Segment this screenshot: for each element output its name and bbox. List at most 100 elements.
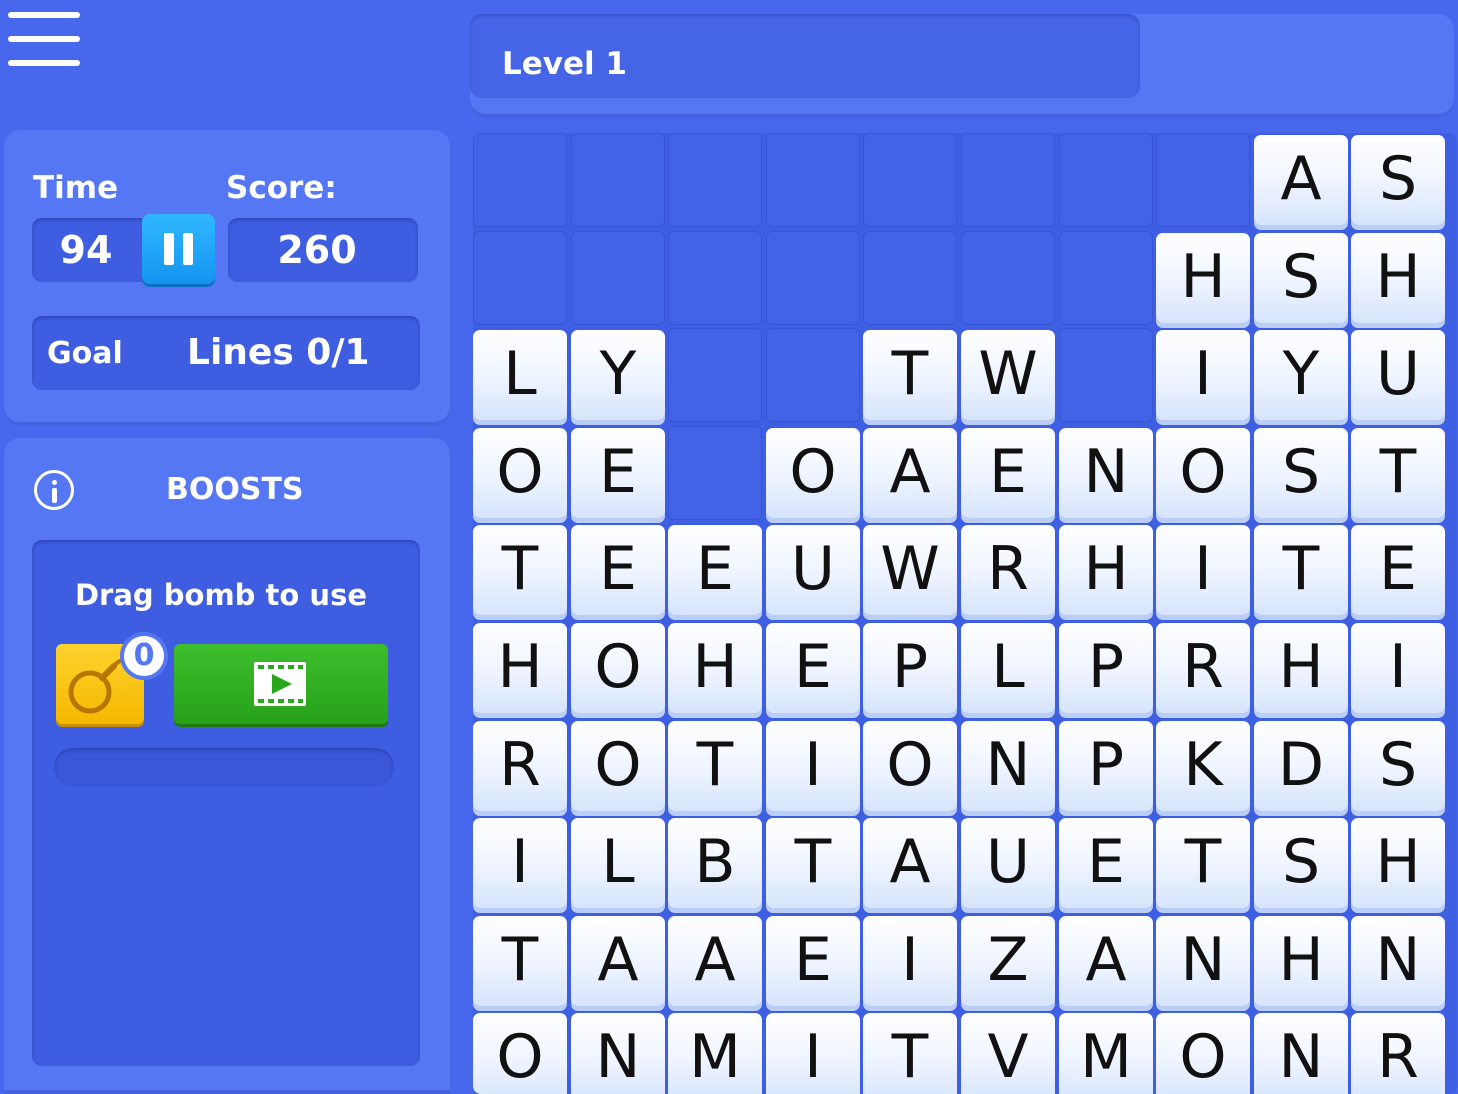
letter-tile[interactable]: S	[1254, 818, 1348, 908]
letter-tile[interactable]: E	[1059, 818, 1153, 908]
letter-tile[interactable]: E	[961, 428, 1055, 518]
letter-tile[interactable]: A	[1254, 135, 1348, 225]
letter-tile[interactable]: N	[961, 721, 1055, 811]
letter-tile[interactable]: V	[961, 1013, 1055, 1094]
letter-tile[interactable]: E	[766, 623, 860, 713]
letter-tile[interactable]: N	[1254, 1013, 1348, 1094]
letter-tile[interactable]: P	[1059, 623, 1153, 713]
letter-tile[interactable]: H	[1351, 233, 1445, 323]
info-icon[interactable]	[34, 470, 74, 510]
letter-tile[interactable]: N	[1059, 428, 1153, 518]
letter-tile[interactable]: I	[766, 1013, 860, 1094]
letter-tile[interactable]: H	[1059, 525, 1153, 615]
letter-tile[interactable]: I	[1156, 330, 1250, 420]
letter-tile[interactable]: E	[668, 525, 762, 615]
letter-tile[interactable]: T	[473, 525, 567, 615]
letter-tile[interactable]: R	[961, 525, 1055, 615]
letter-tile[interactable]: I	[766, 721, 860, 811]
bomb-hint: Drag bomb to use	[74, 578, 367, 612]
letter-tile[interactable]: M	[668, 1013, 762, 1094]
letter-tile[interactable]: N	[1351, 916, 1445, 1006]
letter-tile[interactable]: H	[1254, 916, 1348, 1006]
letter-tile[interactable]: A	[668, 916, 762, 1006]
empty-cell	[961, 133, 1055, 227]
level-header: Level 1	[470, 14, 1454, 118]
letter-tile[interactable]: A	[571, 916, 665, 1006]
letter-tile[interactable]: O	[766, 428, 860, 518]
letter-tile[interactable]: O	[571, 721, 665, 811]
letter-tile[interactable]: S	[1351, 135, 1445, 225]
letter-tile[interactable]: L	[473, 330, 567, 420]
letter-tile[interactable]: T	[1351, 428, 1445, 518]
letter-tile[interactable]: L	[571, 818, 665, 908]
letter-tile[interactable]: T	[1156, 818, 1250, 908]
watch-video-button[interactable]	[174, 644, 388, 724]
letter-tile[interactable]: E	[1351, 525, 1445, 615]
letter-tile[interactable]: W	[863, 525, 957, 615]
letter-tile[interactable]: P	[863, 623, 957, 713]
letter-tile[interactable]: U	[1351, 330, 1445, 420]
letter-tile[interactable]: R	[1156, 623, 1250, 713]
letter-tile[interactable]: T	[863, 1013, 957, 1094]
letter-tile[interactable]: K	[1156, 721, 1250, 811]
letter-tile[interactable]: E	[766, 916, 860, 1006]
letter-tile[interactable]: T	[766, 818, 860, 908]
letter-tile[interactable]: H	[668, 623, 762, 713]
letter-tile[interactable]: S	[1254, 233, 1348, 323]
letter-tile[interactable]: T	[668, 721, 762, 811]
empty-cell	[1156, 133, 1250, 227]
empty-cell	[766, 328, 860, 422]
boosts-container: Drag bomb to use	[32, 540, 420, 1066]
letter-tile[interactable]: H	[1254, 623, 1348, 713]
letter-tile[interactable]: O	[863, 721, 957, 811]
letter-tile[interactable]: H	[473, 623, 567, 713]
score-box: 260	[228, 218, 418, 282]
letter-tile[interactable]: R	[473, 721, 567, 811]
letter-tile[interactable]: Y	[1254, 330, 1348, 420]
letter-tile[interactable]: Z	[961, 916, 1055, 1006]
letter-tile[interactable]: A	[1059, 916, 1153, 1006]
letter-tile[interactable]: M	[1059, 1013, 1153, 1094]
letter-tile[interactable]: T	[863, 330, 957, 420]
letter-tile[interactable]: H	[1351, 818, 1445, 908]
boost-progress-bar	[54, 748, 394, 786]
letter-tile[interactable]: I	[1156, 525, 1250, 615]
letter-tile[interactable]: A	[863, 818, 957, 908]
letter-tile[interactable]: R	[1351, 1013, 1445, 1094]
letter-tile[interactable]: D	[1254, 721, 1348, 811]
empty-cell	[571, 133, 665, 227]
letter-tile[interactable]: T	[1254, 525, 1348, 615]
empty-cell	[668, 231, 762, 325]
letter-tile[interactable]: I	[863, 916, 957, 1006]
letter-tile[interactable]: U	[961, 818, 1055, 908]
letter-tile[interactable]: I	[473, 818, 567, 908]
empty-cell	[1059, 328, 1153, 422]
letter-tile[interactable]: O	[473, 1013, 567, 1094]
letter-tile[interactable]: E	[571, 428, 665, 518]
score-value: 260	[277, 228, 357, 272]
letter-tile[interactable]: U	[766, 525, 860, 615]
pause-button[interactable]	[142, 214, 215, 284]
letter-tile[interactable]: A	[863, 428, 957, 518]
letter-tile[interactable]: S	[1351, 721, 1445, 811]
goal-label: Goal	[47, 336, 123, 371]
letter-tile[interactable]: N	[1156, 916, 1250, 1006]
letter-tile[interactable]: H	[1156, 233, 1250, 323]
empty-cell	[668, 328, 762, 422]
letter-tile[interactable]: S	[1254, 428, 1348, 518]
letter-tile[interactable]: O	[1156, 428, 1250, 518]
letter-tile[interactable]: O	[1156, 1013, 1250, 1094]
letter-tile[interactable]: O	[473, 428, 567, 518]
letter-tile[interactable]: I	[1351, 623, 1445, 713]
hamburger-menu-icon[interactable]	[8, 12, 80, 70]
letter-tile[interactable]: Y	[571, 330, 665, 420]
letter-tile[interactable]: E	[571, 525, 665, 615]
letter-tile[interactable]: P	[1059, 721, 1153, 811]
letter-tile[interactable]: T	[473, 916, 567, 1006]
time-value: 94	[59, 228, 113, 272]
letter-tile[interactable]: N	[571, 1013, 665, 1094]
letter-tile[interactable]: L	[961, 623, 1055, 713]
letter-tile[interactable]: O	[571, 623, 665, 713]
letter-tile[interactable]: W	[961, 330, 1055, 420]
letter-tile[interactable]: B	[668, 818, 762, 908]
